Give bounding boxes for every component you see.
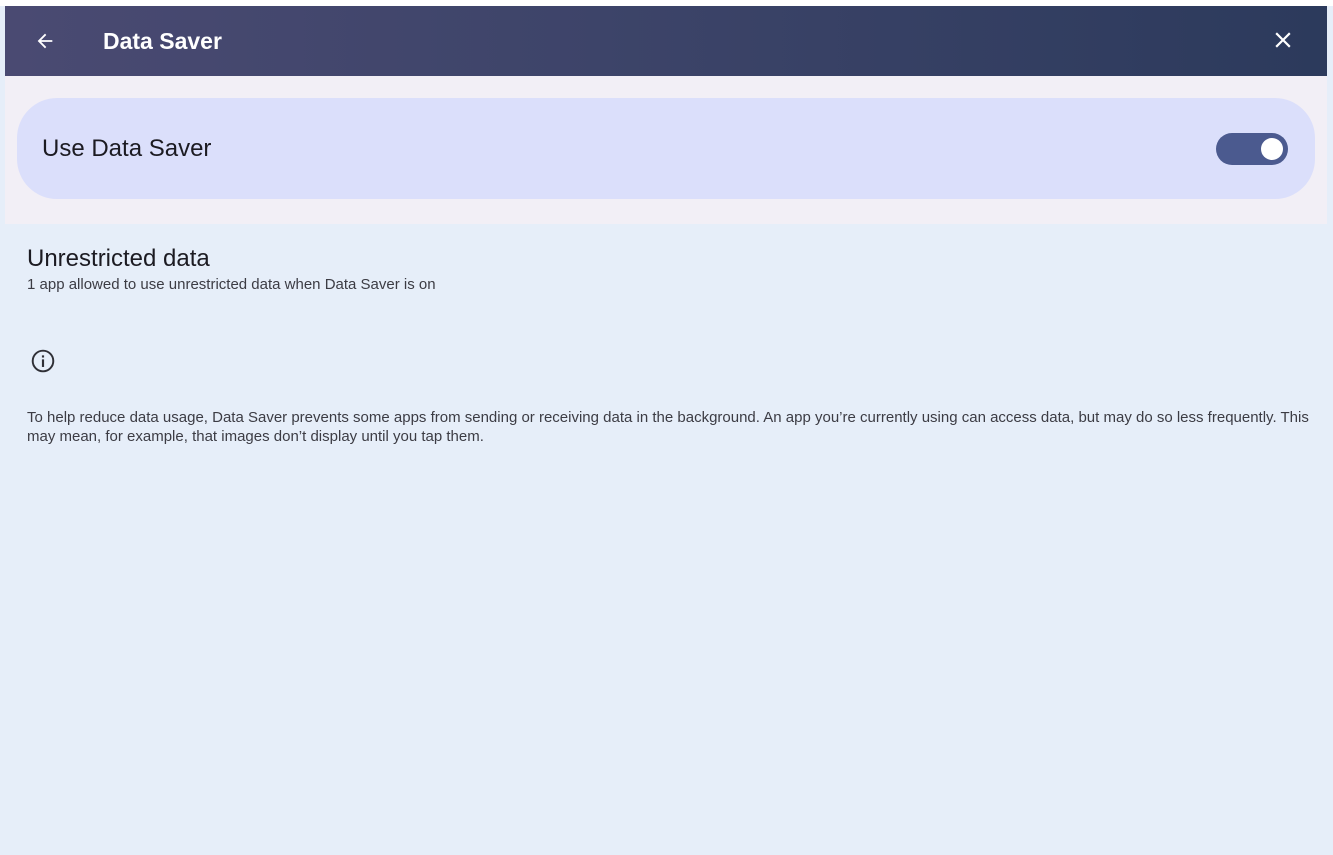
preferences-region — [5, 224, 1327, 855]
settings-page: Data Saver Use Data Saver Unrestricted d… — [0, 0, 1333, 855]
unrestricted-data-title: Unrestricted data — [27, 245, 210, 272]
switch-thumb — [1261, 138, 1283, 160]
data-saver-footer-text: To help reduce data usage, Data Saver pr… — [27, 409, 1309, 445]
back-button[interactable] — [27, 23, 63, 59]
use-data-saver-switch[interactable] — [1216, 133, 1288, 165]
arrow-left-icon — [37, 33, 53, 49]
info-icon — [31, 349, 55, 373]
use-data-saver-label: Use Data Saver — [42, 135, 212, 162]
close-button[interactable] — [1265, 22, 1301, 58]
app-bar: Data Saver — [5, 6, 1327, 76]
unrestricted-data-summary: 1 app allowed to use unrestricted data w… — [27, 276, 436, 293]
page-title: Data Saver — [103, 28, 222, 54]
use-data-saver-card[interactable]: Use Data Saver — [17, 98, 1315, 199]
close-icon — [1275, 32, 1291, 48]
unrestricted-data-item[interactable]: Unrestricted data 1 app allowed to use u… — [27, 243, 727, 295]
